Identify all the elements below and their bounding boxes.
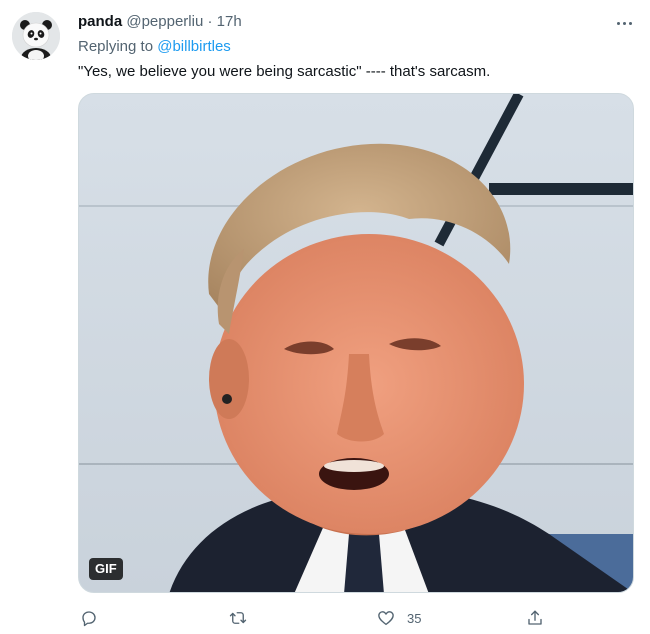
tweet-text: "Yes, we believe you were being sarcasti… xyxy=(78,63,491,80)
share-icon xyxy=(528,610,542,625)
share-button[interactable] xyxy=(526,606,544,630)
more-options-icon[interactable] xyxy=(612,12,636,34)
like-count: 35 xyxy=(407,610,422,626)
more-dot xyxy=(628,21,632,25)
display-name[interactable]: panda xyxy=(78,13,122,30)
tweet-actions: 35 xyxy=(78,606,558,630)
tweet[interactable]: panda @pepperliu · 17h Replying to @bill… xyxy=(0,0,650,634)
gif-media[interactable]: GIF xyxy=(78,93,634,593)
mention-link[interactable]: @billbirtles xyxy=(157,38,231,55)
more-dot xyxy=(616,21,620,25)
timestamp[interactable]: 17h xyxy=(217,13,242,30)
gif-badge: GIF xyxy=(89,558,123,580)
reply-icon xyxy=(82,611,96,627)
more-dot xyxy=(622,21,626,25)
replying-to: Replying to @billbirtles xyxy=(78,37,231,57)
reply-button[interactable] xyxy=(80,606,98,630)
retweet-button[interactable] xyxy=(229,606,247,630)
separator-dot: · xyxy=(207,13,213,30)
gif-frame-image xyxy=(79,94,633,592)
user-handle[interactable]: @pepperliu xyxy=(126,13,203,30)
avatar[interactable] xyxy=(12,12,60,60)
retweet-icon xyxy=(229,612,247,624)
replying-to-label: Replying to xyxy=(78,38,154,55)
tweet-header: panda @pepperliu · 17h xyxy=(78,12,242,32)
heart-icon xyxy=(378,611,394,626)
like-button[interactable]: 35 xyxy=(377,606,421,630)
